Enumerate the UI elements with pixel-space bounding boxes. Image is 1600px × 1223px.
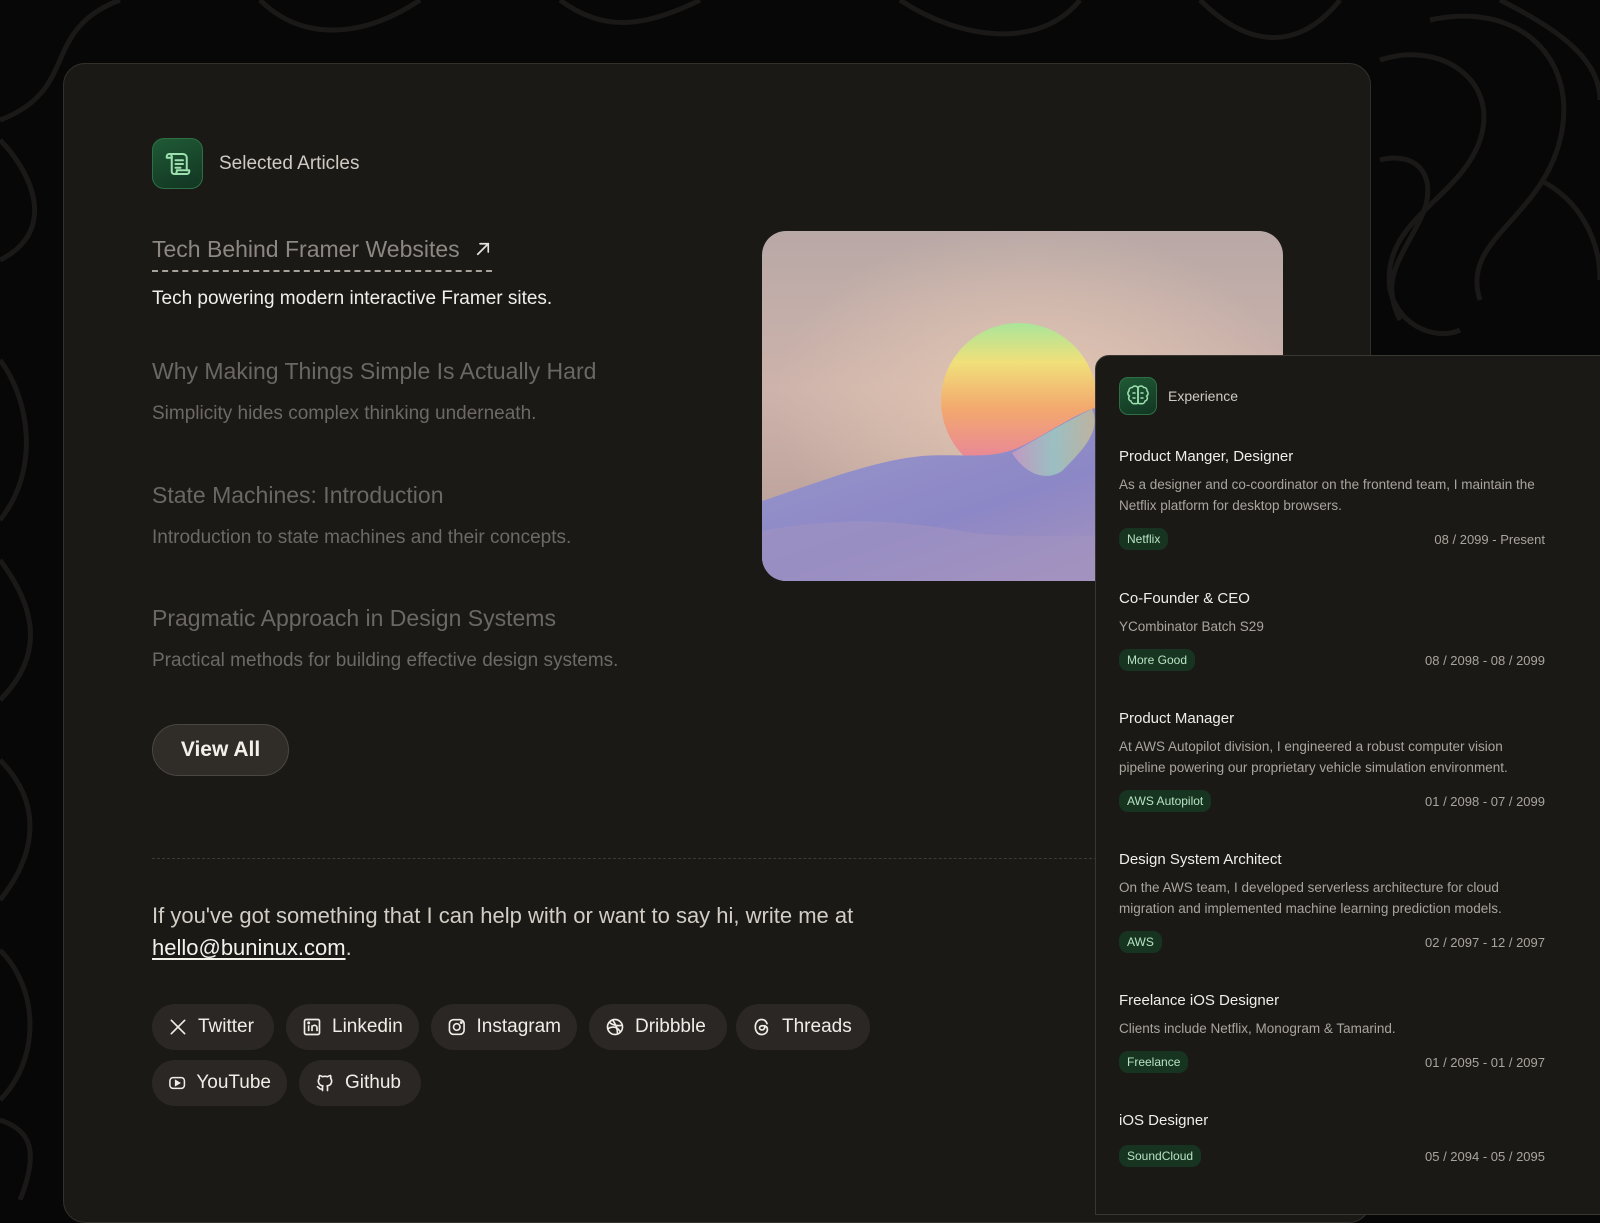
job-title: Product Manger, Designer [1119, 448, 1294, 465]
section-divider [152, 858, 1112, 859]
job-dates: 01 / 2098 - 07 / 2099 [1425, 793, 1545, 809]
social-label: Linkedin [332, 1016, 403, 1037]
articles-section-title: Selected Articles [219, 152, 360, 174]
article-title[interactable]: Why Making Things Simple Is Actually Har… [152, 358, 596, 385]
youtube-icon [169, 1076, 186, 1090]
job-title: Product Manager [1119, 710, 1235, 727]
article-title: Tech Behind Framer Websites [152, 236, 460, 262]
job-desc: On the AWS team, I developed serverless … [1119, 880, 1502, 916]
scroll-icon [152, 138, 203, 189]
x-icon [170, 1019, 186, 1035]
article-desc: Simplicity hides complex thinking undern… [152, 403, 537, 424]
experience-item: Design System Architect On the AWS team,… [1119, 851, 1545, 953]
social-label: Instagram [476, 1016, 561, 1037]
job-title: iOS Designer [1119, 1112, 1209, 1129]
job-dates: 02 / 2097 - 12 / 2097 [1425, 934, 1545, 950]
view-all-button[interactable]: View All [152, 724, 289, 776]
company-badge: SoundCloud [1119, 1145, 1202, 1167]
linkedin-icon [303, 1018, 321, 1036]
experience-header: Experience [1119, 377, 1238, 415]
experience-panel: Experience Product Manger, Designer As a… [1095, 355, 1600, 1215]
youtube-button[interactable]: YouTube [152, 1060, 287, 1106]
twitter-button[interactable]: Twitter [152, 1004, 274, 1050]
company-badge: Freelance [1119, 1051, 1189, 1073]
github-icon [316, 1074, 333, 1092]
job-dates: 08 / 2099 - Present [1434, 531, 1545, 547]
linkedin-button[interactable]: Linkedin [286, 1004, 419, 1050]
job-dates: 05 / 2094 - 05 / 2095 [1425, 1148, 1545, 1164]
article-desc: Tech powering modern interactive Framer … [152, 288, 553, 310]
experience-item: iOS Designer SoundCloud 05 / 2094 - 05 /… [1119, 1112, 1545, 1167]
article-title-link[interactable]: Tech Behind Framer Websites [152, 236, 493, 273]
social-label: Github [345, 1072, 401, 1093]
job-desc: At AWS Autopilot division, I engineered … [1119, 739, 1508, 775]
social-label: Threads [782, 1016, 852, 1037]
company-badge: AWS Autopilot [1119, 790, 1212, 812]
job-dates: 08 / 2098 - 08 / 2099 [1425, 652, 1545, 668]
job-title: Co-Founder & CEO [1119, 590, 1250, 607]
job-title: Freelance iOS Designer [1119, 992, 1280, 1009]
job-title: Design System Architect [1119, 851, 1282, 868]
job-desc: Clients include Netflix, Monogram & Tama… [1119, 1021, 1396, 1036]
experience-item: Freelance iOS Designer Clients include N… [1119, 992, 1545, 1073]
instagram-button[interactable]: Instagram [431, 1004, 577, 1050]
instagram-icon [448, 1018, 465, 1036]
article-desc: Introduction to state machines and their… [152, 527, 572, 548]
experience-item: Co-Founder & CEO YCombinator Batch S29 M… [1119, 590, 1545, 671]
brain-icon [1119, 377, 1157, 415]
job-dates: 01 / 2095 - 01 / 2097 [1425, 1054, 1545, 1070]
dribbble-button[interactable]: Dribbble [589, 1004, 727, 1050]
article-item-1[interactable]: Tech Behind Framer Websites Tech powerin… [152, 236, 552, 310]
experience-title: Experience [1168, 388, 1239, 404]
threads-button[interactable]: Threads [736, 1004, 870, 1050]
job-desc: YCombinator Batch S29 [1119, 619, 1264, 634]
job-desc: As a designer and co-coordinator on the … [1119, 477, 1535, 513]
social-label: YouTube [196, 1072, 271, 1093]
contact-text: If you've got something that I can help … [152, 900, 912, 964]
article-item-2[interactable]: Why Making Things Simple Is Actually Har… [152, 358, 596, 425]
company-badge: More Good [1119, 649, 1196, 671]
social-label: Dribbble [635, 1016, 706, 1037]
threads-icon [754, 1018, 769, 1036]
article-title[interactable]: State Machines: Introduction [152, 482, 444, 509]
social-label: Twitter [198, 1016, 254, 1037]
article-title[interactable]: Pragmatic Approach in Design Systems [152, 605, 556, 632]
company-badge: Netflix [1119, 528, 1169, 550]
contact-period: . [345, 935, 352, 960]
github-button[interactable]: Github [299, 1060, 421, 1106]
experience-item: Product Manager At AWS Autopilot divisio… [1119, 710, 1545, 812]
articles-header: Selected Articles [152, 138, 359, 189]
company-badge: AWS [1119, 931, 1162, 953]
article-item-4[interactable]: Pragmatic Approach in Design Systems Pra… [152, 605, 618, 672]
contact-message: If you've got something that I can help … [152, 903, 854, 928]
dribbble-icon [606, 1018, 624, 1036]
arrow-up-right-icon [474, 237, 492, 264]
email-link[interactable]: hello@buninux.com [152, 935, 346, 960]
experience-item: Product Manger, Designer As a designer a… [1119, 448, 1545, 550]
article-item-3[interactable]: State Machines: Introduction Introductio… [152, 482, 571, 549]
article-desc: Practical methods for building effective… [152, 650, 619, 671]
